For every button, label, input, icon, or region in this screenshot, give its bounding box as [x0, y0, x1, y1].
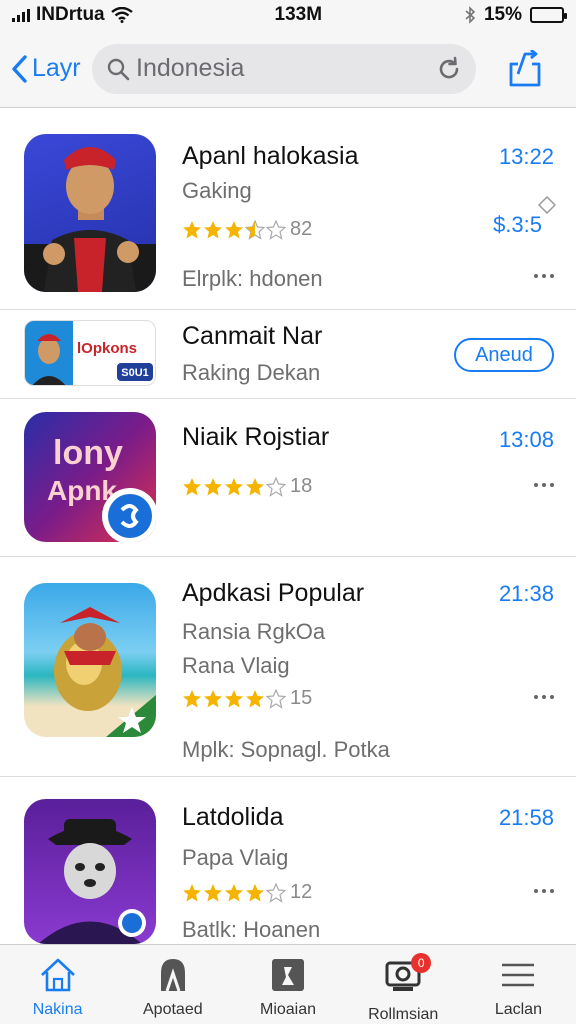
rating-count: 18 [290, 475, 313, 497]
tab-label: Laclan [494, 1001, 542, 1018]
star-icon [266, 219, 286, 240]
list-item[interactable]: lony Apnk Niaik Rojstiar 18 13:08 [0, 399, 576, 557]
app-subtitle: Papa Vlaig [182, 845, 289, 870]
status-bar: INDrtua 133M 15% [0, 0, 576, 30]
tab-home[interactable]: Nakina [0, 945, 115, 1024]
carrier-label: INDrtua [36, 4, 105, 25]
tab-label: Nakina [32, 1001, 83, 1018]
media-icon [272, 959, 304, 991]
more-icon[interactable] [534, 274, 554, 280]
star-icon [266, 882, 286, 903]
search-icon [107, 58, 130, 80]
app-icon: lOpkons S0U1 [24, 320, 156, 386]
app-subtitle: Ransia RgkOa [182, 619, 326, 644]
notification-badge: 0 [411, 953, 432, 973]
list-item[interactable]: Latdolida Papa Vlaig 12 Batlk: Hoanen 21… [0, 777, 576, 944]
star-icon [183, 477, 201, 495]
rating: 12 [182, 881, 312, 904]
app-title: Apdkasi Popular [182, 579, 365, 607]
rating-count: 12 [290, 881, 313, 903]
status-time: 133M [274, 4, 323, 25]
more-icon[interactable] [534, 889, 554, 895]
app-title: Niaik Rojstiar [182, 423, 330, 451]
tab-bar: Nakina Apotaed Mioaian 0 Rollmsian Lacla… [0, 944, 576, 1024]
tab-updates[interactable]: 0 Rollmsian [346, 945, 461, 1024]
apps-icon [160, 959, 185, 992]
star-icon [225, 689, 243, 707]
share-icon[interactable] [508, 49, 542, 88]
battery-icon [530, 7, 567, 23]
rating: 82 [182, 218, 312, 241]
app-title: Apanl halokasia [182, 142, 359, 170]
star-icon [225, 477, 243, 495]
star-icon [204, 220, 222, 238]
app-title: Latdolida [182, 803, 284, 831]
back-button[interactable]: Layr [10, 54, 92, 84]
app-price[interactable]: $.3:5 [493, 212, 542, 238]
rating-count: 15 [290, 687, 313, 709]
tab-label: Apotaed [143, 1001, 203, 1018]
icon-label: lOpkons [77, 340, 137, 357]
icon-badge-label: S0U1 [121, 367, 149, 379]
tab-label: Mioaian [259, 1001, 317, 1018]
app-time: 13:08 [498, 427, 554, 452]
app-detail: Batlk: Hoanen [182, 917, 321, 942]
more-icon[interactable] [534, 483, 554, 489]
star-icon [225, 220, 243, 238]
app-icon [24, 583, 156, 737]
back-label: Layr [32, 54, 81, 82]
tab-menu[interactable]: Laclan [461, 945, 576, 1024]
chevron-left-icon [12, 54, 27, 83]
signal-icon [12, 8, 30, 22]
app-icon: lony Apnk [24, 412, 156, 542]
star-icon [204, 689, 222, 707]
star-icon [246, 883, 264, 901]
app-detail: Elrplk: hdonen [182, 266, 323, 291]
app-subtitle: Gaking [182, 178, 252, 203]
search-field[interactable]: Indonesia [92, 43, 476, 94]
list-item[interactable]: Apanl halokasia Gaking 82 Elrplk: hdonen… [0, 110, 576, 310]
menu-icon [502, 963, 535, 987]
star-icon [183, 689, 201, 707]
app-detail: Mplk: Sopnagl. Potka [182, 737, 390, 762]
app-icon [24, 134, 156, 292]
rating-count: 82 [290, 218, 313, 240]
app-time: 21:38 [498, 581, 554, 606]
battery-percent: 15% [483, 4, 522, 25]
star-icon [266, 476, 286, 497]
icon-label: lony [53, 434, 123, 472]
star-icon [204, 477, 222, 495]
rating: 18 [182, 475, 312, 498]
reload-icon[interactable] [436, 56, 462, 82]
star-icon [183, 883, 201, 901]
star-icon [204, 883, 222, 901]
star-icon [246, 477, 264, 495]
home-icon [40, 958, 75, 992]
list-item[interactable]: Apdkasi Popular Ransia RgkOa Rana Vlaig … [0, 557, 576, 777]
star-icon [183, 220, 201, 238]
app-subtitle: Raking Dekan [182, 360, 321, 385]
app-time: 21:58 [498, 805, 554, 830]
app-icon [24, 799, 156, 944]
app-time: 13:22 [498, 144, 554, 169]
wifi-icon [110, 7, 133, 23]
nav-bar: Layr Indonesia [0, 30, 576, 108]
more-icon[interactable] [534, 695, 554, 701]
install-button[interactable]: Aneud [454, 338, 554, 372]
app-title: Canmait Nar [182, 322, 323, 350]
star-icon [246, 689, 264, 707]
rating: 15 [182, 687, 312, 710]
star-icon [266, 688, 286, 709]
bluetooth-icon [465, 6, 476, 24]
tab-label: Rollmsian [368, 1006, 439, 1023]
tab-media[interactable]: Mioaian [230, 945, 345, 1024]
star-icon [245, 219, 265, 240]
list-item[interactable]: lOpkons S0U1 Canmait Nar Raking Dekan An… [0, 310, 576, 399]
app-subtitle-2: Rana Vlaig [182, 653, 290, 678]
search-query: Indonesia [136, 54, 245, 82]
tab-apps[interactable]: Apotaed [115, 945, 230, 1024]
star-icon [225, 883, 243, 901]
